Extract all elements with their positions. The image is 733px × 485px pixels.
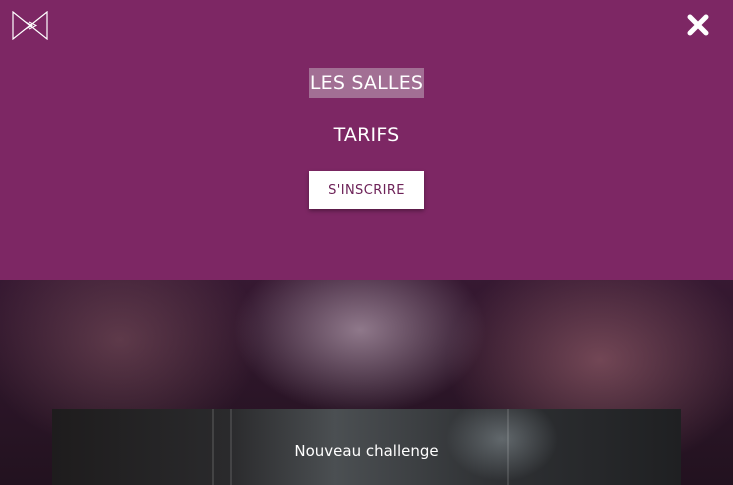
signup-button[interactable]: S'INSCRIRE	[309, 171, 424, 209]
challenge-card[interactable]: Nouveau challenge	[52, 409, 681, 485]
card-title: Nouveau challenge	[294, 442, 439, 460]
nav-overlay: LES SALLES TARIFS S'INSCRIRE	[0, 0, 733, 280]
menu-item-tarifs[interactable]: TARIFS	[0, 124, 733, 146]
menu-item-label[interactable]: TARIFS	[333, 120, 401, 150]
menu-item-label[interactable]: LES SALLES	[308, 68, 425, 98]
close-icon[interactable]	[684, 11, 712, 39]
bowtie-logo-icon[interactable]	[12, 10, 48, 41]
menu-item-les-salles[interactable]: LES SALLES	[0, 68, 733, 98]
